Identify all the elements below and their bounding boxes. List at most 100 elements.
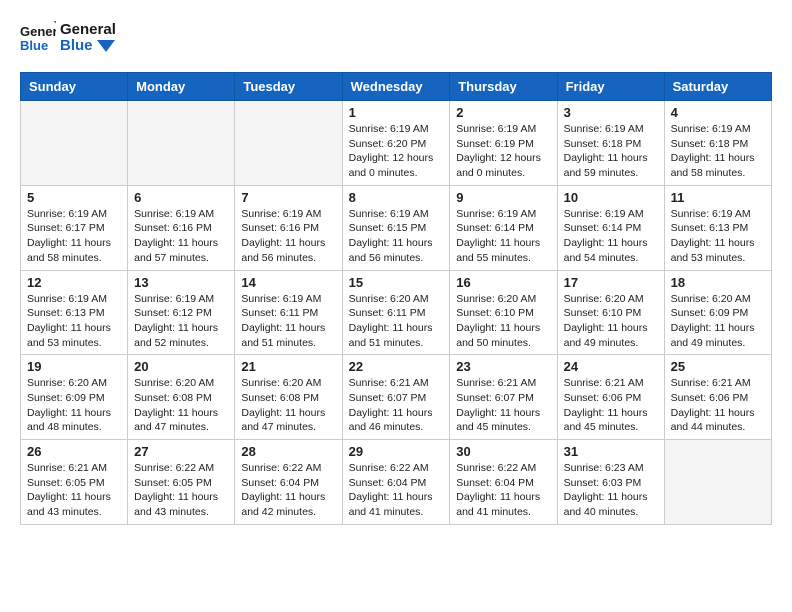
- day-info: Sunrise: 6:21 AM Sunset: 6:06 PM Dayligh…: [564, 376, 658, 435]
- weekday-header-friday: Friday: [557, 73, 664, 101]
- day-info: Sunrise: 6:20 AM Sunset: 6:08 PM Dayligh…: [134, 376, 228, 435]
- day-number: 17: [564, 275, 658, 290]
- calendar-table: SundayMondayTuesdayWednesdayThursdayFrid…: [20, 72, 772, 525]
- day-info: Sunrise: 6:21 AM Sunset: 6:05 PM Dayligh…: [27, 461, 121, 520]
- weekday-header-thursday: Thursday: [450, 73, 557, 101]
- day-info: Sunrise: 6:19 AM Sunset: 6:16 PM Dayligh…: [241, 207, 335, 266]
- day-number: 22: [349, 359, 444, 374]
- day-number: 11: [671, 190, 765, 205]
- day-info: Sunrise: 6:20 AM Sunset: 6:10 PM Dayligh…: [564, 292, 658, 351]
- day-number: 29: [349, 444, 444, 459]
- calendar-week-row: 1Sunrise: 6:19 AM Sunset: 6:20 PM Daylig…: [21, 101, 772, 186]
- day-number: 4: [671, 105, 765, 120]
- calendar-cell: [235, 101, 342, 186]
- calendar-cell: 3 Sunrise: 6:19 AM Sunset: 6:18 PM Daylig…: [557, 101, 664, 186]
- calendar-cell: 12 Sunrise: 6:19 AM Sunset: 6:13 PM Dayli…: [21, 270, 128, 355]
- day-info: Sunrise: 6:20 AM Sunset: 6:09 PM Dayligh…: [27, 376, 121, 435]
- day-number: 16: [456, 275, 550, 290]
- calendar-cell: 20 Sunrise: 6:20 AM Sunset: 6:08 PM Dayli…: [128, 355, 235, 440]
- calendar-cell: 17 Sunrise: 6:20 AM Sunset: 6:10 PM Dayli…: [557, 270, 664, 355]
- calendar-cell: [664, 440, 771, 525]
- day-info: Sunrise: 6:22 AM Sunset: 6:04 PM Dayligh…: [456, 461, 550, 520]
- weekday-header-monday: Monday: [128, 73, 235, 101]
- day-number: 25: [671, 359, 765, 374]
- day-info: Sunrise: 6:23 AM Sunset: 6:03 PM Dayligh…: [564, 461, 658, 520]
- day-info: Sunrise: 6:19 AM Sunset: 6:19 PM Dayligh…: [456, 122, 550, 181]
- weekday-header-wednesday: Wednesday: [342, 73, 450, 101]
- calendar-cell: 1Sunrise: 6:19 AM Sunset: 6:20 PM Daylig…: [342, 101, 450, 186]
- calendar-cell: 29 Sunrise: 6:22 AM Sunset: 6:04 PM Dayli…: [342, 440, 450, 525]
- day-info: Sunrise: 6:19 AM Sunset: 6:12 PM Dayligh…: [134, 292, 228, 351]
- day-number: 27: [134, 444, 228, 459]
- calendar-cell: 30Sunrise: 6:22 AM Sunset: 6:04 PM Dayli…: [450, 440, 557, 525]
- weekday-header-sunday: Sunday: [21, 73, 128, 101]
- day-number: 14: [241, 275, 335, 290]
- calendar-cell: 2 Sunrise: 6:19 AM Sunset: 6:19 PM Daylig…: [450, 101, 557, 186]
- weekday-header-tuesday: Tuesday: [235, 73, 342, 101]
- logo: General Blue General Blue: [20, 20, 116, 56]
- day-number: 8: [349, 190, 444, 205]
- day-number: 10: [564, 190, 658, 205]
- calendar-cell: 4 Sunrise: 6:19 AM Sunset: 6:18 PM Daylig…: [664, 101, 771, 186]
- day-info: Sunrise: 6:22 AM Sunset: 6:04 PM Dayligh…: [349, 461, 444, 520]
- day-number: 24: [564, 359, 658, 374]
- calendar-cell: [21, 101, 128, 186]
- weekday-header-row: SundayMondayTuesdayWednesdayThursdayFrid…: [21, 73, 772, 101]
- calendar-cell: 19Sunrise: 6:20 AM Sunset: 6:09 PM Dayli…: [21, 355, 128, 440]
- page-header: General Blue General Blue: [20, 20, 772, 56]
- calendar-cell: 9 Sunrise: 6:19 AM Sunset: 6:14 PM Daylig…: [450, 185, 557, 270]
- day-number: 21: [241, 359, 335, 374]
- calendar-week-row: 5 Sunrise: 6:19 AM Sunset: 6:17 PM Daylig…: [21, 185, 772, 270]
- day-info: Sunrise: 6:22 AM Sunset: 6:04 PM Dayligh…: [241, 461, 335, 520]
- day-number: 6: [134, 190, 228, 205]
- day-number: 2: [456, 105, 550, 120]
- day-number: 9: [456, 190, 550, 205]
- calendar-cell: 13Sunrise: 6:19 AM Sunset: 6:12 PM Dayli…: [128, 270, 235, 355]
- day-number: 26: [27, 444, 121, 459]
- calendar-cell: 6 Sunrise: 6:19 AM Sunset: 6:16 PM Daylig…: [128, 185, 235, 270]
- day-info: Sunrise: 6:19 AM Sunset: 6:16 PM Dayligh…: [134, 207, 228, 266]
- day-number: 3: [564, 105, 658, 120]
- day-info: Sunrise: 6:19 AM Sunset: 6:14 PM Dayligh…: [456, 207, 550, 266]
- day-number: 31: [564, 444, 658, 459]
- day-info: Sunrise: 6:19 AM Sunset: 6:17 PM Dayligh…: [27, 207, 121, 266]
- day-info: Sunrise: 6:19 AM Sunset: 6:18 PM Dayligh…: [671, 122, 765, 181]
- logo-blue-text: Blue: [60, 38, 116, 55]
- calendar-cell: 31 Sunrise: 6:23 AM Sunset: 6:03 PM Dayli…: [557, 440, 664, 525]
- calendar-cell: 14 Sunrise: 6:19 AM Sunset: 6:11 PM Dayli…: [235, 270, 342, 355]
- calendar-cell: 23Sunrise: 6:21 AM Sunset: 6:07 PM Dayli…: [450, 355, 557, 440]
- calendar-cell: 21 Sunrise: 6:20 AM Sunset: 6:08 PM Dayli…: [235, 355, 342, 440]
- day-info: Sunrise: 6:19 AM Sunset: 6:13 PM Dayligh…: [671, 207, 765, 266]
- day-info: Sunrise: 6:20 AM Sunset: 6:11 PM Dayligh…: [349, 292, 444, 351]
- calendar-cell: 25Sunrise: 6:21 AM Sunset: 6:06 PM Dayli…: [664, 355, 771, 440]
- day-info: Sunrise: 6:21 AM Sunset: 6:07 PM Dayligh…: [456, 376, 550, 435]
- day-info: Sunrise: 6:20 AM Sunset: 6:08 PM Dayligh…: [241, 376, 335, 435]
- day-info: Sunrise: 6:19 AM Sunset: 6:13 PM Dayligh…: [27, 292, 121, 351]
- calendar-week-row: 26 Sunrise: 6:21 AM Sunset: 6:05 PM Dayli…: [21, 440, 772, 525]
- calendar-cell: 18Sunrise: 6:20 AM Sunset: 6:09 PM Dayli…: [664, 270, 771, 355]
- day-number: 20: [134, 359, 228, 374]
- calendar-cell: 8 Sunrise: 6:19 AM Sunset: 6:15 PM Daylig…: [342, 185, 450, 270]
- logo-icon: General Blue: [20, 20, 56, 56]
- day-info: Sunrise: 6:19 AM Sunset: 6:14 PM Dayligh…: [564, 207, 658, 266]
- day-info: Sunrise: 6:22 AM Sunset: 6:05 PM Dayligh…: [134, 461, 228, 520]
- calendar-cell: 27 Sunrise: 6:22 AM Sunset: 6:05 PM Dayli…: [128, 440, 235, 525]
- calendar-cell: 22 Sunrise: 6:21 AM Sunset: 6:07 PM Dayli…: [342, 355, 450, 440]
- calendar-cell: 15 Sunrise: 6:20 AM Sunset: 6:11 PM Dayli…: [342, 270, 450, 355]
- day-info: Sunrise: 6:19 AM Sunset: 6:11 PM Dayligh…: [241, 292, 335, 351]
- day-number: 12: [27, 275, 121, 290]
- calendar-cell: 11 Sunrise: 6:19 AM Sunset: 6:13 PM Dayli…: [664, 185, 771, 270]
- day-info: Sunrise: 6:19 AM Sunset: 6:18 PM Dayligh…: [564, 122, 658, 181]
- calendar-cell: 16Sunrise: 6:20 AM Sunset: 6:10 PM Dayli…: [450, 270, 557, 355]
- calendar-cell: 7Sunrise: 6:19 AM Sunset: 6:16 PM Daylig…: [235, 185, 342, 270]
- day-number: 15: [349, 275, 444, 290]
- day-number: 5: [27, 190, 121, 205]
- logo-general-text: General: [60, 22, 116, 39]
- day-number: 1: [349, 105, 444, 120]
- logo-arrow-icon: [97, 40, 115, 52]
- calendar-week-row: 12 Sunrise: 6:19 AM Sunset: 6:13 PM Dayli…: [21, 270, 772, 355]
- calendar-week-row: 19Sunrise: 6:20 AM Sunset: 6:09 PM Dayli…: [21, 355, 772, 440]
- day-info: Sunrise: 6:21 AM Sunset: 6:07 PM Dayligh…: [349, 376, 444, 435]
- calendar-cell: 10 Sunrise: 6:19 AM Sunset: 6:14 PM Dayli…: [557, 185, 664, 270]
- day-info: Sunrise: 6:19 AM Sunset: 6:15 PM Dayligh…: [349, 207, 444, 266]
